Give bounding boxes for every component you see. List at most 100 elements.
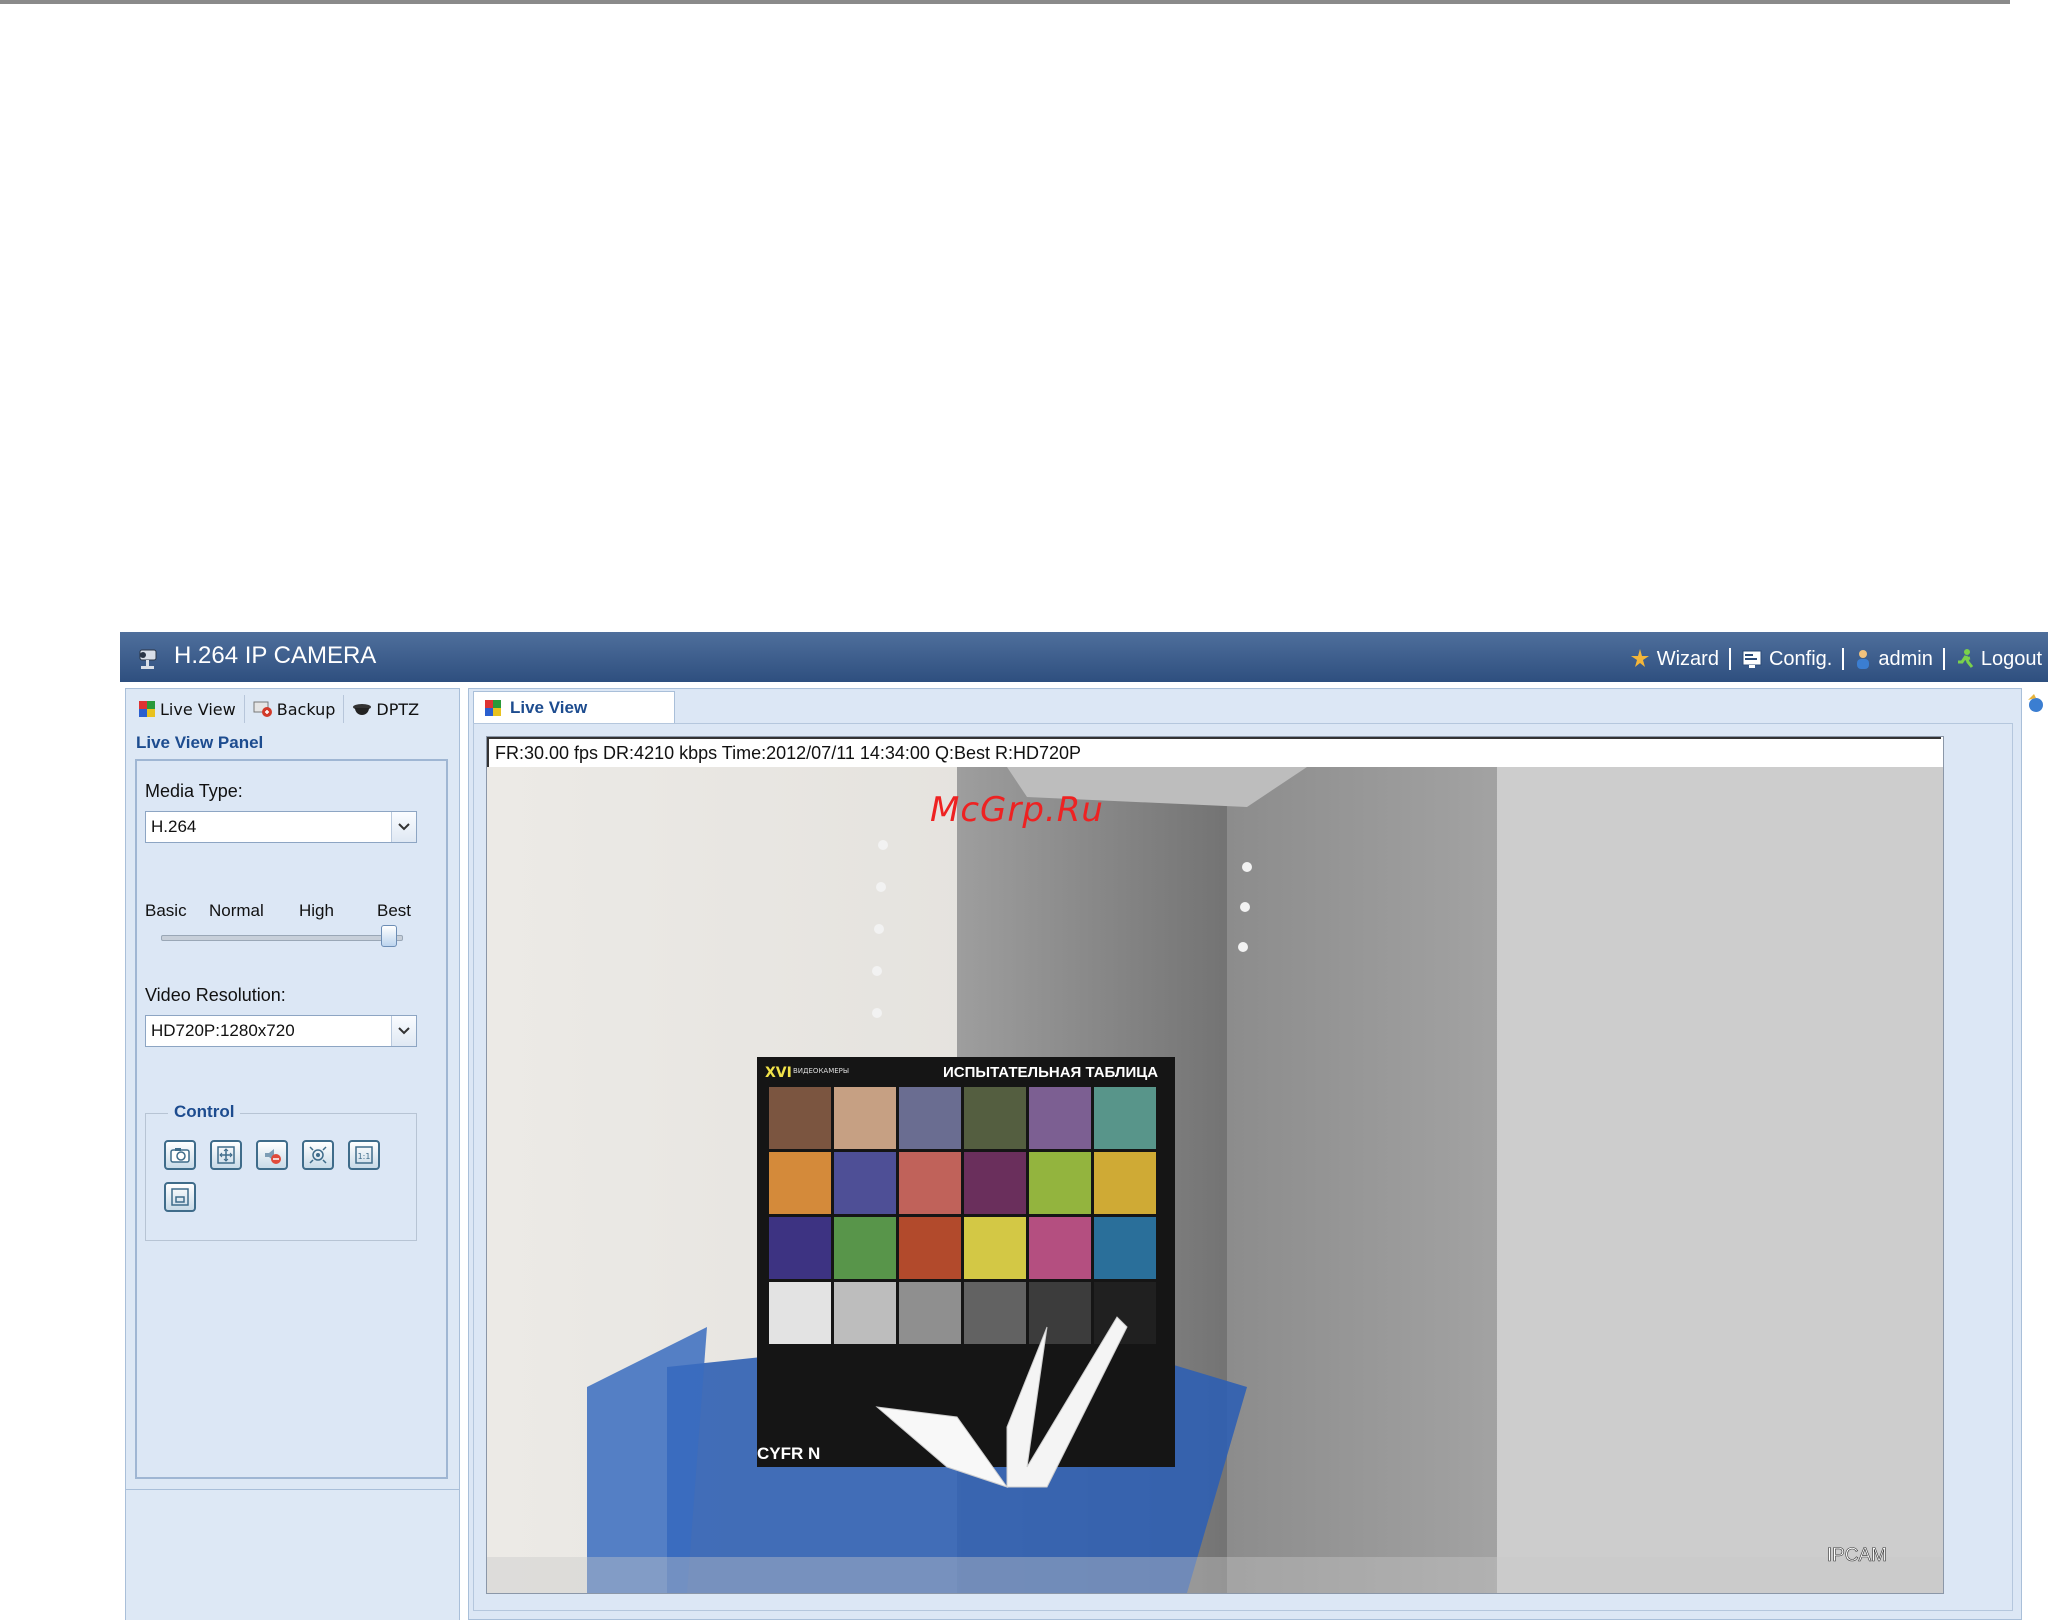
tab-dptz[interactable]: DPTZ [344, 695, 427, 723]
config-label: Config. [1768, 647, 1833, 670]
chevron-down-icon[interactable] [391, 812, 416, 842]
color-patch [769, 1087, 831, 1149]
quality-slider-thumb[interactable] [381, 925, 397, 947]
live-view-icon [485, 699, 501, 716]
snapshot-icon [170, 1148, 190, 1163]
top-rule [0, 0, 2010, 4]
actual-size-button[interactable]: 1:1 [348, 1140, 380, 1170]
stream-status: FR:30.00 fps DR:4210 kbps Time:2012/07/1… [487, 737, 1941, 767]
zoom-button[interactable] [302, 1140, 334, 1170]
color-patch [899, 1217, 961, 1279]
tab-backup[interactable]: Backup [245, 695, 345, 723]
color-patch [899, 1282, 961, 1344]
panel-title: Live View Panel [136, 733, 264, 752]
color-patch [1094, 1152, 1156, 1214]
color-patch [1094, 1087, 1156, 1149]
tab-live-view[interactable]: Live View [130, 695, 245, 723]
chart-title: ИСПЫТАТЕЛЬНАЯ ТАБЛИЦА [943, 1064, 1158, 1081]
svg-text:1:1: 1:1 [358, 1152, 371, 1161]
color-patch [834, 1152, 896, 1214]
camera-feed-image: XVI ВИДЕОКАМЕРЫ ИСПЫТАТЕЛЬНАЯ ТАБЛИЦА CY… [487, 767, 1943, 1593]
chart-logo: XVI [765, 1065, 792, 1081]
live-view-panel: Media Type: H.264 Basic Normal High Best… [135, 759, 448, 1479]
color-patch [899, 1152, 961, 1214]
control-group: Control 1:1 [145, 1102, 417, 1241]
quality-slider-track[interactable] [161, 935, 403, 941]
left-sidebar: Live View Backup DPTZ Live View Panel Me… [125, 688, 460, 1620]
user-icon [1857, 650, 1870, 669]
ipcam-overlay: IPCAM [1827, 1545, 1887, 1566]
color-patch [834, 1282, 896, 1344]
actual-size-icon: 1:1 [355, 1146, 373, 1164]
watermark: McGrp.Ru [930, 790, 1104, 830]
zoom-icon [309, 1146, 327, 1164]
backup-icon [253, 701, 272, 717]
main-content: Live View FR:30.00 fps DR:4210 kbps Time… [468, 688, 2022, 1620]
admin-link[interactable]: admin [1848, 648, 1938, 671]
video-frame[interactable]: XVI ВИДЕОКАМЕРЫ ИСПЫТАТЕЛЬНАЯ ТАБЛИЦА CY… [487, 767, 1943, 1593]
snapshot-button[interactable] [164, 1140, 196, 1170]
quality-normal: Normal [209, 901, 264, 920]
color-patch [769, 1282, 831, 1344]
sidebar-lower-area [126, 1489, 459, 1620]
top-navigation: Wizard Config. admin Logout [1623, 646, 2048, 672]
chart-brand: CYFR N [757, 1444, 820, 1463]
logout-link[interactable]: Logout [1949, 648, 2048, 671]
fullscreen-button[interactable] [210, 1140, 242, 1170]
video-resolution-label: Video Resolution: [145, 985, 286, 1005]
audio-mute-icon [265, 1149, 281, 1164]
media-type-select[interactable]: H.264 [145, 811, 417, 843]
color-patch [964, 1152, 1026, 1214]
config-icon [1742, 650, 1762, 668]
wizard-label: Wizard [1656, 647, 1719, 670]
logout-icon [1957, 649, 1973, 668]
live-view-area: FR:30.00 fps DR:4210 kbps Time:2012/07/1… [473, 723, 2013, 1611]
app-title: H.264 IP CAMERA [174, 642, 377, 669]
quality-best: Best [377, 901, 412, 920]
window-icon [171, 1188, 189, 1206]
chevron-down-icon[interactable] [391, 1016, 416, 1046]
tab-dptz-label: DPTZ [376, 699, 420, 719]
window-button[interactable] [164, 1182, 196, 1212]
main-tab-label: Live View [510, 697, 588, 717]
color-patch [964, 1282, 1026, 1344]
wizard-icon [1630, 649, 1649, 667]
tab-live-view-label: Live View [160, 699, 236, 719]
color-patch [769, 1217, 831, 1279]
config-link[interactable]: Config. [1735, 648, 1838, 671]
quality-basic: Basic [145, 901, 187, 920]
audio-mute-button[interactable] [256, 1140, 288, 1170]
wizard-link[interactable]: Wizard [1623, 648, 1725, 671]
color-patch [1029, 1087, 1091, 1149]
media-type-label: Media Type: [145, 781, 243, 801]
admin-label: admin [1878, 647, 1933, 670]
camera-web-app: H.264 IP CAMERA Wizard Config. admin Log… [120, 632, 2048, 1620]
camera-logo-icon [139, 649, 157, 669]
media-type-value: H.264 [151, 817, 197, 836]
tab-main-live-view[interactable]: Live View [473, 691, 675, 723]
chart-header-small: ВИДЕОКАМЕРЫ [793, 1067, 849, 1075]
color-patch [899, 1087, 961, 1149]
control-legend: Control [168, 1102, 241, 1122]
color-patch [834, 1217, 896, 1279]
nav-divider [1842, 648, 1845, 670]
color-patch [964, 1217, 1026, 1279]
color-patch [1094, 1282, 1156, 1344]
sidebar-tabs: Live View Backup DPTZ [130, 693, 452, 725]
video-player[interactable]: FR:30.00 fps DR:4210 kbps Time:2012/07/1… [486, 736, 1944, 1594]
color-patch [1029, 1282, 1091, 1344]
color-patch [769, 1152, 831, 1214]
tab-backup-label: Backup [276, 699, 336, 719]
color-patch [1094, 1217, 1156, 1279]
video-resolution-select[interactable]: HD720P:1280x720 [145, 1015, 417, 1047]
title-bar: H.264 IP CAMERA Wizard Config. admin Log… [120, 632, 2048, 682]
logout-label: Logout [1980, 647, 2042, 670]
quality-labels: Basic Normal High Best [145, 901, 417, 923]
help-icon[interactable] [2026, 692, 2046, 714]
quality-high: High [299, 901, 334, 920]
video-resolution-value: HD720P:1280x720 [151, 1021, 295, 1040]
color-patch [964, 1087, 1026, 1149]
nav-divider [1728, 648, 1731, 670]
fullscreen-icon [217, 1146, 235, 1164]
nav-divider [1942, 648, 1945, 670]
